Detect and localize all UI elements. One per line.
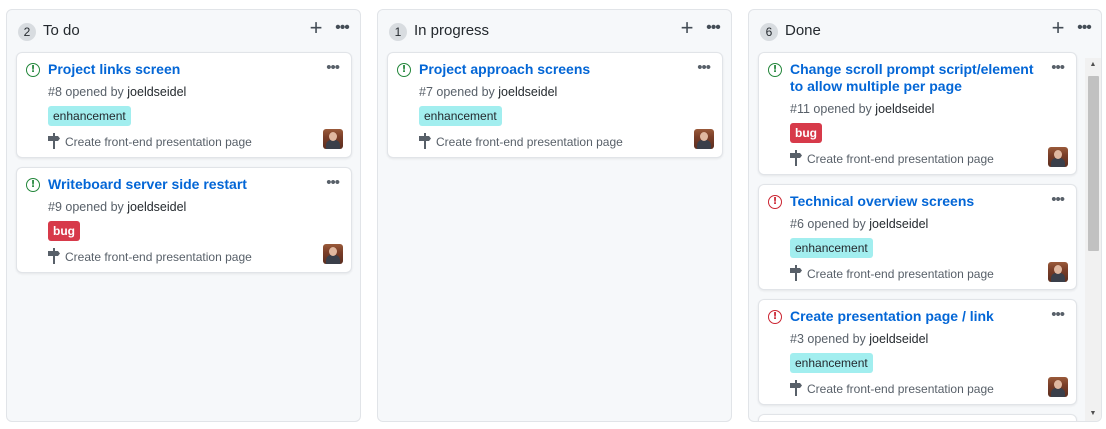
issue-card[interactable]: ! Technical overview screens ••• #6 open… [758, 184, 1077, 290]
column-menu-icon[interactable]: ••• [331, 18, 353, 40]
author-link[interactable]: joeldseidel [869, 332, 928, 346]
milestone-icon [48, 133, 60, 149]
milestone-label: Create front-end presentation page [807, 152, 994, 166]
issue-title-link[interactable]: Technical overview screens [790, 193, 1044, 210]
assignee-avatar[interactable] [1048, 262, 1068, 282]
author-link[interactable]: joeldseidel [127, 200, 186, 214]
issue-meta: #9 opened by joeldseidel [48, 200, 186, 214]
column-menu-icon[interactable]: ••• [702, 18, 724, 40]
label-bug[interactable]: bug [48, 221, 80, 241]
label-enhancement[interactable]: enhancement [790, 238, 873, 258]
issue-meta: #6 opened by joeldseidel [790, 217, 928, 231]
column-header: 1 In progress + ••• [378, 10, 731, 50]
author-link[interactable]: joeldseidel [869, 217, 928, 231]
scrollbar-thumb[interactable] [1088, 76, 1099, 251]
column-header: 6 Done + ••• [749, 10, 1101, 50]
issue-title-link[interactable]: Writeboard server side restart [48, 176, 319, 193]
assignee-avatar[interactable] [323, 244, 343, 264]
issue-opened-icon: ! [768, 63, 782, 77]
issue-title-link[interactable]: Project approach screens [419, 61, 690, 78]
milestone-label: Create front-end presentation page [65, 135, 252, 149]
label-enhancement[interactable]: enhancement [790, 353, 873, 373]
label-bug[interactable]: bug [790, 123, 822, 143]
assignee-avatar[interactable] [694, 129, 714, 149]
milestone-icon [790, 380, 802, 396]
add-card-plus-icon[interactable]: + [1047, 17, 1069, 40]
card-menu-icon[interactable]: ••• [1051, 306, 1065, 323]
issue-card[interactable]: ! Project links screen ••• #8 opened by … [16, 52, 352, 158]
column-header: 2 To do + ••• [7, 10, 360, 50]
label-enhancement[interactable]: enhancement [419, 106, 502, 126]
card-menu-icon[interactable]: ••• [326, 59, 340, 76]
issue-title-link[interactable]: Create presentation page / link [790, 308, 1044, 325]
assignee-avatar[interactable] [323, 129, 343, 149]
column-count-badge: 2 [18, 23, 36, 41]
issue-closed-icon: ! [768, 195, 782, 209]
issue-closed-icon: ! [768, 310, 782, 324]
issue-number: #8 [48, 85, 62, 99]
card-menu-icon[interactable]: ••• [1051, 191, 1065, 208]
issue-meta: #7 opened by joeldseidel [419, 85, 557, 99]
milestone-label: Create front-end presentation page [807, 267, 994, 281]
issue-number: #3 [790, 332, 804, 346]
opened-by-text: opened by [807, 217, 866, 231]
issue-opened-icon: ! [26, 63, 40, 77]
issue-meta: #11 opened by joeldseidel [790, 102, 934, 116]
scroll-up-arrow-icon[interactable]: ▲ [1088, 61, 1098, 69]
column-title: Done [785, 22, 821, 39]
column-in-progress: 1 In progress + ••• ! Project approach s… [377, 9, 732, 422]
vertical-scrollbar[interactable]: ▲ ▼ [1085, 58, 1101, 421]
milestone-label: Create front-end presentation page [436, 135, 623, 149]
issue-card[interactable]: ! Project approach screens ••• #7 opened… [387, 52, 723, 158]
opened-by-text: opened by [436, 85, 495, 99]
assignee-avatar[interactable] [1048, 147, 1068, 167]
issue-title-link[interactable]: Project links screen [48, 61, 319, 78]
issue-number: #6 [790, 217, 804, 231]
column-menu-icon[interactable]: ••• [1073, 18, 1095, 40]
card-menu-icon[interactable]: ••• [697, 59, 711, 76]
milestone-label: Create front-end presentation page [65, 250, 252, 264]
column-count-badge: 1 [389, 23, 407, 41]
column-title: In progress [414, 22, 490, 39]
assignee-avatar[interactable] [1048, 377, 1068, 397]
issue-opened-icon: ! [26, 178, 40, 192]
column-title: To do [43, 22, 80, 39]
issue-card[interactable]: ! Change scroll prompt script/element to… [758, 52, 1077, 175]
opened-by-text: opened by [65, 200, 124, 214]
scroll-down-arrow-icon[interactable]: ▼ [1088, 410, 1098, 418]
add-card-plus-icon[interactable]: + [305, 17, 327, 40]
column-to-do: 2 To do + ••• ! Project links screen •••… [6, 9, 361, 422]
milestone-icon [790, 265, 802, 281]
issue-opened-icon: ! [397, 63, 411, 77]
issue-number: #9 [48, 200, 62, 214]
opened-by-text: opened by [65, 85, 124, 99]
issue-meta: #8 opened by joeldseidel [48, 85, 186, 99]
opened-by-text: opened by [807, 332, 866, 346]
card-menu-icon[interactable]: ••• [326, 174, 340, 191]
column-done: 6 Done + ••• ! Change scroll prompt scri… [748, 9, 1102, 422]
issue-card[interactable]: ! Create presentation page / link ••• #3… [758, 299, 1077, 405]
milestone-icon [48, 248, 60, 264]
add-card-plus-icon[interactable]: + [676, 17, 698, 40]
issue-card[interactable]: ! Writeboard server side restart ••• #9 … [16, 167, 352, 273]
issue-meta: #3 opened by joeldseidel [790, 332, 928, 346]
card-menu-icon[interactable]: ••• [1051, 59, 1065, 76]
author-link[interactable]: joeldseidel [875, 102, 934, 116]
milestone-label: Create front-end presentation page [807, 382, 994, 396]
issue-title-link[interactable]: Change scroll prompt script/element to a… [790, 61, 1044, 95]
issue-card-partial[interactable] [758, 414, 1077, 421]
column-count-badge: 6 [760, 23, 778, 41]
issue-number: #11 [790, 102, 810, 116]
author-link[interactable]: joeldseidel [127, 85, 186, 99]
issue-number: #7 [419, 85, 433, 99]
opened-by-text: opened by [813, 102, 872, 116]
milestone-icon [419, 133, 431, 149]
label-enhancement[interactable]: enhancement [48, 106, 131, 126]
author-link[interactable]: joeldseidel [498, 85, 557, 99]
milestone-icon [790, 150, 802, 166]
